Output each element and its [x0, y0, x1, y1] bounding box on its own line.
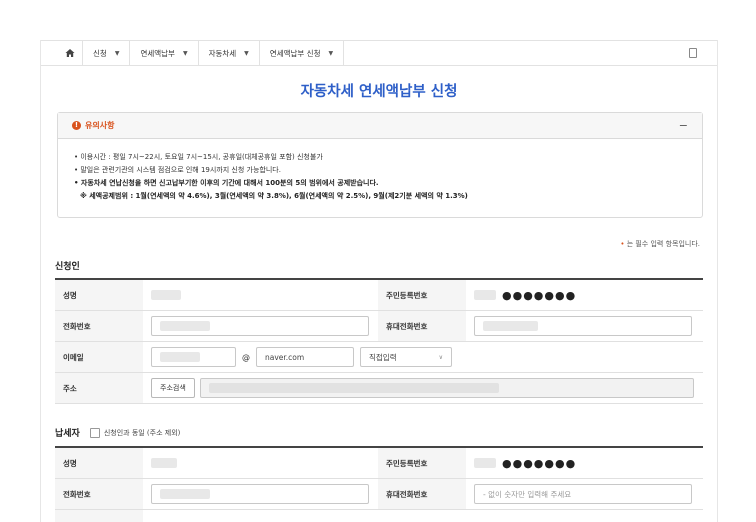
taxpayer-table: 성명 주민등록번호 ●●●●●●● 전화번호 휴대전화번호 - 없이 숫자만 입… [55, 446, 703, 522]
caret-down-icon: ▼ [182, 49, 188, 57]
email-label: 이메일 [55, 342, 143, 372]
breadcrumb-label: 연세액납부 신청 [269, 48, 321, 58]
mobile-input[interactable] [474, 316, 692, 336]
table-row: 주소 주소검색 [55, 373, 703, 404]
breadcrumb-item-car-tax[interactable]: 자동차세 ▼ [199, 41, 260, 65]
breadcrumb-item-annual-apply[interactable]: 연세액납부 신청 ▼ [260, 41, 345, 65]
breadcrumb-label: 연세액납부 [140, 48, 175, 58]
masked-value [151, 458, 177, 468]
rrn-masked: ●●●●●●● [502, 288, 577, 302]
phone-cell [143, 479, 378, 509]
masked-value [208, 383, 499, 393]
table-row: 성명 주민등록번호 ●●●●●●● [55, 280, 703, 311]
table-row: 전화번호 휴대전화번호 - 없이 숫자만 입력해 주세요 [55, 479, 703, 510]
table-row: 전화번호 휴대전화번호 [55, 311, 703, 342]
rrn-masked: ●●●●●●● [502, 456, 577, 470]
name-value [143, 448, 378, 478]
masked-value [160, 489, 210, 499]
notice-line: • 말일은 관련기관의 시스템 점검으로 인해 19시까지 신청 가능합니다. [74, 166, 281, 174]
masked-value [160, 352, 200, 362]
same-as-applicant-label[interactable]: 신청인과 동일 (주소 제외) [104, 428, 181, 438]
email-domain-select[interactable]: 직접입력 ∨ [360, 347, 452, 367]
masked-value [483, 321, 538, 331]
section-title-applicant: 신청인 [55, 262, 80, 272]
collapse-icon[interactable]: − [679, 119, 688, 132]
rrn-label: 주민등록번호 [378, 448, 466, 478]
caret-down-icon: ▼ [244, 49, 249, 57]
home-button[interactable] [57, 41, 83, 65]
caret-down-icon: ▼ [328, 49, 334, 57]
mobile-label: 휴대전화번호 [378, 479, 466, 509]
mobile-input[interactable]: - 없이 숫자만 입력해 주세요 [474, 484, 692, 504]
mobile-label: 휴대전화번호 [378, 311, 466, 341]
notice-body: • 이용시간 : 평일 7시~22시, 토요일 7시~15시, 공휴일(대체공휴… [58, 139, 702, 203]
email-cell: @ naver.com 직접입력 ∨ [143, 342, 452, 372]
caret-down-icon: ▼ [114, 49, 120, 57]
email-domain-input[interactable]: naver.com [256, 347, 354, 367]
table-row [55, 510, 703, 522]
bookmark-icon[interactable] [689, 48, 697, 58]
phone-cell [143, 311, 378, 341]
row-cell [143, 510, 151, 522]
warning-icon: ! [72, 121, 81, 130]
required-note-text: 는 필수 입력 항목입니다. [624, 240, 700, 248]
mobile-cell [466, 311, 692, 341]
notice-line: ※ 세액공제범위 : 1월(연세액의 약 4.6%), 3월(연세액의 약 3.… [80, 192, 468, 200]
row-label [55, 510, 143, 522]
mobile-cell: - 없이 숫자만 입력해 주세요 [466, 479, 692, 509]
breadcrumb-item-annual[interactable]: 연세액납부 ▼ [130, 41, 199, 65]
rrn-value: ●●●●●●● [466, 448, 576, 478]
breadcrumb-label: 자동차세 [208, 48, 237, 58]
table-row: 이메일 @ naver.com 직접입력 ∨ [55, 342, 703, 373]
notice-line: • 자동차세 연납신청을 하면 신고납부기한 이후의 기간에 대해서 100분의… [74, 179, 379, 187]
phone-label: 전화번호 [55, 479, 143, 509]
email-id-input[interactable] [151, 347, 236, 367]
masked-value [160, 321, 210, 331]
breadcrumb-item-apply[interactable]: 신청 ▼ [83, 41, 131, 65]
breadcrumb: 신청 ▼ 연세액납부 ▼ 자동차세 ▼ 연세액납부 신청 ▼ [41, 40, 717, 66]
notice-title: 유의사항 [85, 121, 115, 130]
chevron-down-icon: ∨ [438, 353, 443, 361]
section-title-taxpayer: 납세자 신청인과 동일 (주소 제외) [55, 426, 180, 439]
select-value: 직접입력 [369, 352, 397, 362]
name-label: 성명 [55, 448, 143, 478]
phone-input[interactable] [151, 484, 369, 504]
address-input[interactable] [199, 378, 694, 398]
masked-value [474, 290, 496, 300]
email-at: @ [242, 352, 250, 362]
breadcrumb-label: 신청 [93, 48, 107, 58]
notice-box: ! 유의사항 − • 이용시간 : 평일 7시~22시, 토요일 7시~15시,… [57, 112, 703, 218]
name-label: 성명 [55, 280, 143, 310]
name-value [143, 280, 378, 310]
notice-header[interactable]: ! 유의사항 − [58, 113, 702, 139]
home-icon [65, 49, 74, 57]
phone-input[interactable] [151, 316, 369, 336]
applicant-table: 성명 주민등록번호 ●●●●●●● 전화번호 휴대전화번호 이메일 @ nave [55, 278, 703, 404]
rrn-label: 주민등록번호 [378, 280, 466, 310]
page-frame: 신청 ▼ 연세액납부 ▼ 자동차세 ▼ 연세액납부 신청 ▼ 자동차세 연세액납… [40, 40, 718, 522]
required-note: • 는 필수 입력 항목입니다. [620, 239, 700, 249]
taxpayer-title: 납세자 [55, 429, 80, 439]
masked-value [151, 290, 181, 300]
rrn-value: ●●●●●●● [466, 280, 576, 310]
address-label: 주소 [55, 373, 143, 403]
page-title: 자동차세 연세액납부 신청 [300, 84, 458, 100]
table-row: 성명 주민등록번호 ●●●●●●● [55, 448, 703, 479]
phone-label: 전화번호 [55, 311, 143, 341]
address-cell: 주소검색 [143, 373, 694, 403]
masked-value [474, 458, 496, 468]
notice-line: • 이용시간 : 평일 7시~22시, 토요일 7시~15시, 공휴일(대체공휴… [74, 153, 323, 161]
address-search-button[interactable]: 주소검색 [151, 378, 195, 398]
same-as-applicant-checkbox[interactable] [89, 427, 100, 438]
